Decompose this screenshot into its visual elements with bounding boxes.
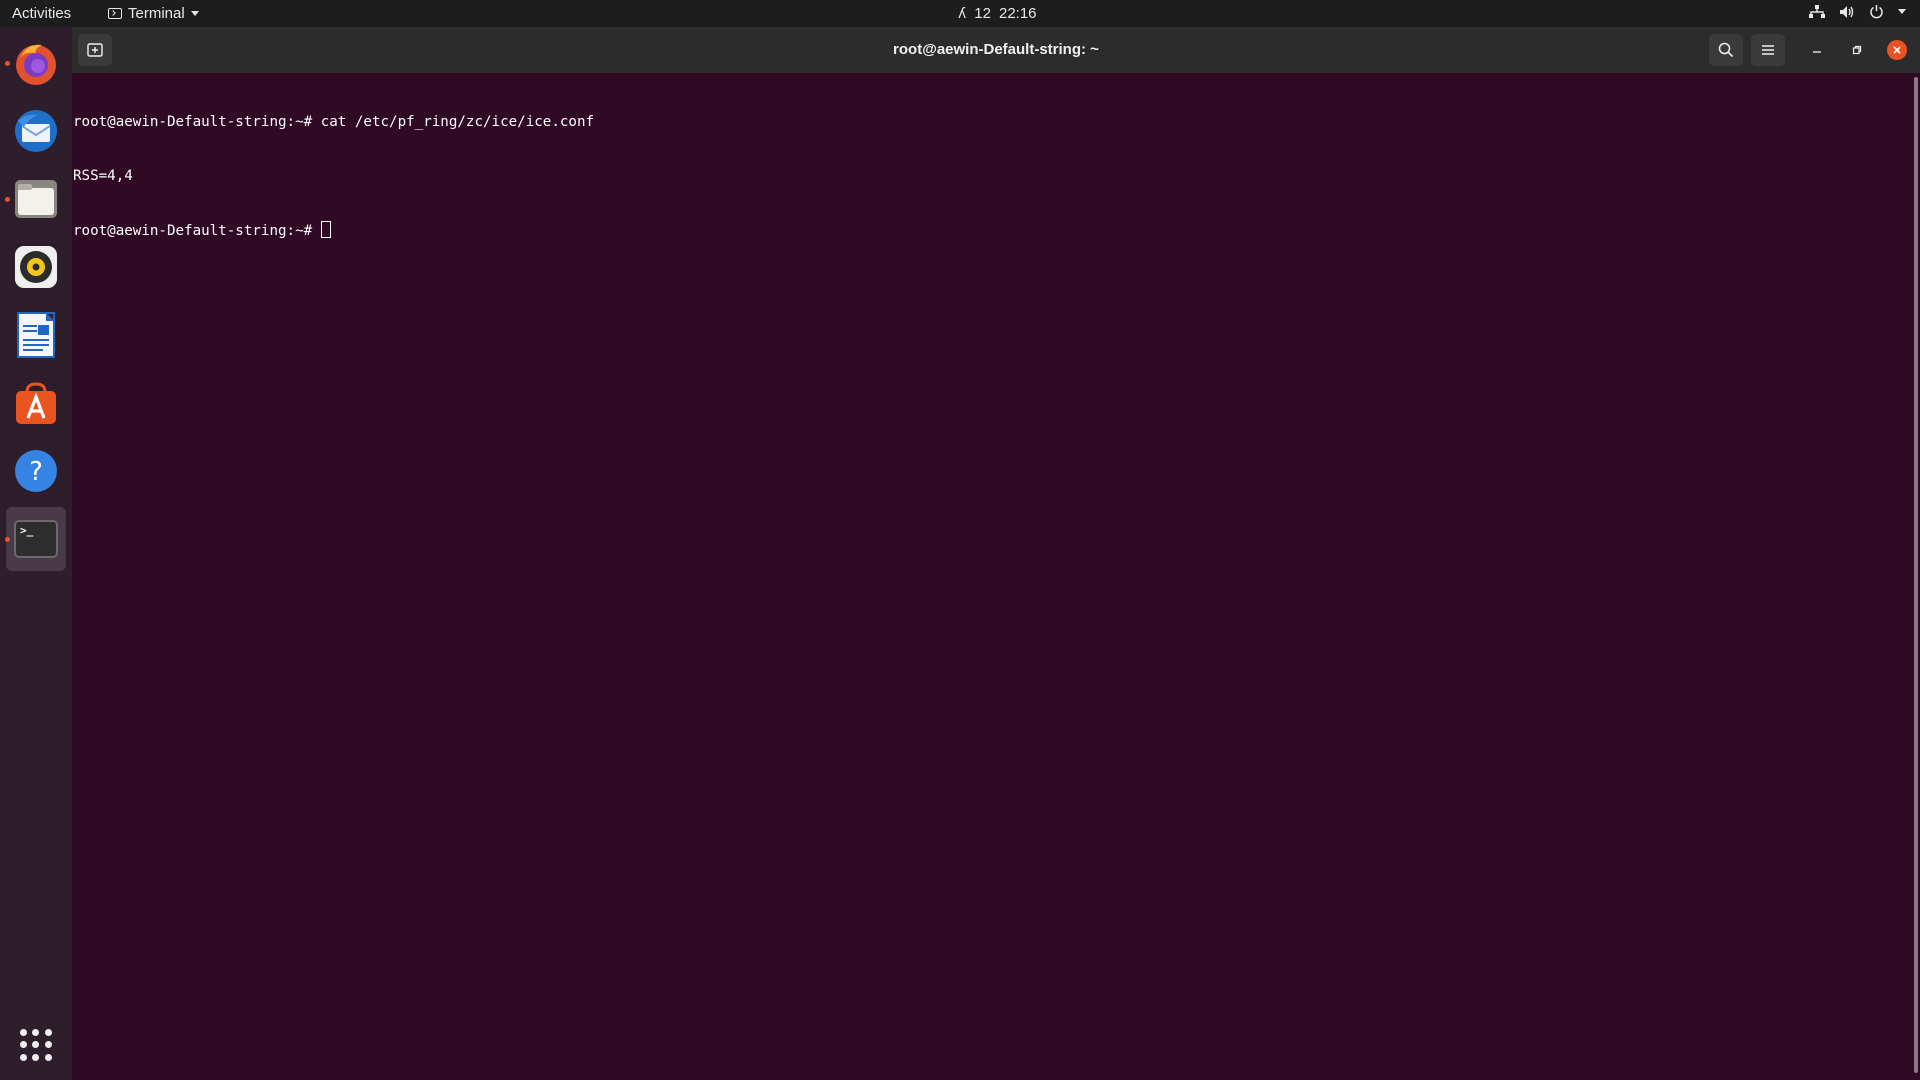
dock-item-files[interactable] — [5, 169, 66, 229]
dock-item-firefox[interactable] — [5, 33, 66, 93]
maximize-button[interactable] — [1847, 40, 1867, 60]
dock-item-help[interactable]: ? — [6, 441, 66, 501]
dock-item-terminal[interactable]: >_ — [5, 507, 66, 571]
terminal-lines: root@aewin-Default-string:~# cat /etc/pf… — [73, 77, 594, 276]
clock-time: 22:16 — [998, 5, 1037, 22]
terminal-icon: >_ — [14, 520, 58, 558]
terminal-icon-glyph: >_ — [20, 524, 34, 537]
app-menu-label: Terminal — [128, 5, 185, 22]
dock-item-rhythmbox[interactable] — [6, 237, 66, 297]
app-menu[interactable]: Terminal — [108, 5, 199, 22]
header-bar[interactable]: root@aewin-Default-string: ~ — [72, 27, 1920, 73]
files-icon — [15, 180, 57, 218]
running-indicator — [5, 197, 10, 202]
terminal-window: root@aewin-Default-string: ~ root@aewin-… — [72, 27, 1920, 1080]
terminal-output[interactable]: root@aewin-Default-string:~# cat /etc/pf… — [72, 73, 1920, 1080]
thunderbird-icon — [15, 110, 57, 152]
running-indicator — [5, 537, 10, 542]
restore-icon — [1852, 45, 1862, 55]
window-title: root@aewin-Default-string: ~ — [893, 41, 1099, 58]
terminal-prompt: root@aewin-Default-string:~# — [73, 223, 321, 239]
help-icon: ? — [15, 450, 57, 492]
terminal-line: RSS=4,4 — [73, 168, 133, 184]
terminal-line: root@aewin-Default-string:~# cat /etc/pf… — [73, 114, 595, 130]
show-applications-icon[interactable] — [20, 1029, 52, 1061]
text-cursor — [320, 221, 331, 238]
minimize-icon — [1813, 51, 1821, 53]
dock-item-libreoffice-writer[interactable] — [6, 305, 66, 365]
minimize-button[interactable] — [1807, 40, 1827, 60]
chevron-down-icon — [190, 11, 199, 16]
dock: ? >_ — [0, 27, 72, 1080]
system-tray[interactable] — [1809, 4, 1906, 19]
volume-icon[interactable] — [1839, 5, 1855, 19]
clock[interactable]: ʎ 12 22:16 — [958, 5, 1037, 22]
dock-item-ubuntu-software[interactable] — [6, 373, 66, 433]
ubuntu-software-icon — [16, 382, 56, 424]
hamburger-menu-icon — [1762, 45, 1774, 55]
activities-button[interactable]: Activities — [12, 5, 71, 22]
terminal-prompt-line: root@aewin-Default-string:~# — [73, 221, 594, 240]
scrollbar[interactable] — [1914, 77, 1918, 1073]
top-bar: Activities Terminal ʎ 12 22:16 — [0, 0, 1920, 27]
terminal-app-icon — [108, 8, 122, 19]
chevron-down-icon[interactable] — [1898, 9, 1906, 14]
new-tab-button[interactable] — [78, 34, 112, 66]
firefox-icon — [16, 44, 56, 85]
search-icon — [1718, 42, 1734, 58]
power-icon[interactable] — [1869, 4, 1884, 19]
network-icon[interactable] — [1809, 4, 1825, 19]
running-indicator — [5, 61, 10, 66]
svg-text:?: ? — [29, 457, 43, 487]
menu-button[interactable] — [1751, 34, 1785, 66]
new-tab-icon — [87, 43, 103, 57]
search-button[interactable] — [1709, 34, 1743, 66]
libreoffice-writer-icon — [17, 312, 55, 358]
lambda-icon: ʎ — [958, 5, 967, 22]
clock-date: 12 — [974, 5, 991, 22]
dock-item-thunderbird[interactable] — [6, 101, 66, 161]
close-button[interactable] — [1887, 40, 1907, 60]
rhythmbox-icon — [15, 246, 57, 288]
close-icon — [1893, 46, 1901, 54]
